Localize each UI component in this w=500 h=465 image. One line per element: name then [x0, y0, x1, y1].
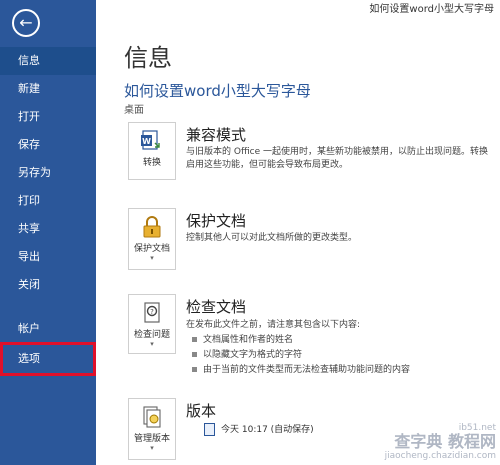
nav-item-save[interactable]: 保存 — [0, 131, 96, 159]
nav-item-export[interactable]: 导出 — [0, 243, 96, 271]
word-document-icon — [204, 423, 215, 436]
nav-item-save-as[interactable]: 另存为 — [0, 159, 96, 187]
compat-desc-line2: 启用这些功能，但可能会导致布局更改。 — [186, 160, 349, 170]
chevron-down-icon: ▾ — [150, 254, 154, 262]
inspect-heading: 检查文档 — [186, 298, 247, 316]
nav-item-share[interactable]: 共享 — [0, 215, 96, 243]
document-title: 如何设置word小型大写字母 — [124, 82, 311, 100]
list-item: 由于当前的文件类型而无法检查辅助功能问题的内容 — [186, 363, 500, 378]
protect-heading: 保护文档 — [186, 212, 247, 230]
lock-icon — [143, 216, 161, 238]
compat-section: W 转换 兼容模式 与旧版本的 Office 一起使用时，某些新功能被禁用，以防… — [128, 122, 500, 186]
bullet-icon — [192, 367, 197, 372]
check-for-issues-button[interactable]: ? 检查问题 ▾ — [128, 294, 176, 354]
manage-versions-button[interactable]: 管理版本 ▾ — [128, 398, 176, 460]
versions-heading: 版本 — [186, 402, 217, 420]
protect-description: 控制其他人可以对此文档所做的更改类型。 — [186, 233, 358, 243]
inspect-document-icon: ? — [144, 302, 160, 323]
compat-description: 与旧版本的 Office 一起使用时，某些新功能被禁用，以防止出现问题。转换 启… — [186, 146, 500, 172]
bullet-text: 以隐藏文字为格式的字符 — [203, 350, 303, 360]
inspect-section: ? 检查问题 ▾ 检查文档 在发布此文件之前，请注意其包含以下内容: 文档属性和… — [128, 294, 500, 375]
bullet-icon — [192, 337, 197, 342]
window-title: 如何设置word小型大写字母 — [369, 4, 494, 15]
compat-heading: 兼容模式 — [186, 126, 247, 144]
chevron-down-icon: ▾ — [150, 444, 154, 452]
manage-versions-label: 管理版本 — [133, 434, 170, 444]
convert-label: 转换 — [142, 158, 161, 168]
word-convert-icon: W — [141, 130, 160, 150]
bullet-text: 由于当前的文件类型而无法检查辅助功能问题的内容 — [203, 365, 411, 375]
version-entry[interactable]: 今天 10:17 (自动保存) — [204, 422, 314, 436]
convert-button[interactable]: W 转换 — [128, 122, 176, 180]
back-arrow-icon[interactable]: ← — [12, 9, 40, 37]
compat-desc-line1: 与旧版本的 Office 一起使用时，某些新功能被禁用，以防止出现问题。转换 — [186, 147, 488, 157]
svg-text:W: W — [142, 137, 151, 146]
inspect-description: 在发布此文件之前，请注意其包含以下内容: — [186, 320, 361, 330]
page-title: 信息 — [124, 44, 172, 72]
check-for-issues-label: 检查问题 — [133, 330, 170, 340]
nav-item-close[interactable]: 关闭 — [0, 271, 96, 299]
nav-item-account[interactable]: 帐户 — [0, 315, 96, 343]
nav-item-options[interactable]: 选项 — [0, 342, 96, 376]
svg-text:?: ? — [150, 308, 154, 316]
chevron-down-icon: ▾ — [150, 340, 154, 348]
version-entry-label: 今天 10:17 (自动保存) — [221, 425, 314, 435]
protect-section: 保护文档 ▾ 保护文档 控制其他人可以对此文档所做的更改类型。 — [128, 208, 500, 272]
protect-document-button[interactable]: 保护文档 ▾ — [128, 208, 176, 270]
bullet-text: 文档属性和作者的姓名 — [203, 335, 294, 345]
inspect-content: 在发布此文件之前，请注意其包含以下内容: 文档属性和作者的姓名 以隐藏文字为格式… — [186, 318, 500, 378]
nav-item-print[interactable]: 打印 — [0, 187, 96, 215]
nav-item-info[interactable]: 信息 — [0, 47, 96, 75]
list-item: 文档属性和作者的姓名 — [186, 333, 500, 348]
nav-item-new[interactable]: 新建 — [0, 75, 96, 103]
watermark: ib51.net 查字典 教程网 jiaocheng.chazidian.com — [385, 421, 496, 463]
watermark-line3: jiaocheng.chazidian.com — [384, 451, 496, 461]
protect-document-label: 保护文档 — [133, 244, 170, 254]
list-item: 以隐藏文字为格式的字符 — [186, 348, 500, 363]
watermark-line2: 查字典 教程网 — [394, 432, 496, 451]
bullet-icon — [192, 352, 197, 357]
backstage-sidebar: ← 信息 新建 打开 保存 另存为 打印 共享 导出 关闭 帐户 选项 — [0, 0, 96, 465]
manage-versions-icon — [143, 406, 161, 428]
nav-item-open[interactable]: 打开 — [0, 103, 96, 131]
document-location: 桌面 — [124, 105, 144, 116]
